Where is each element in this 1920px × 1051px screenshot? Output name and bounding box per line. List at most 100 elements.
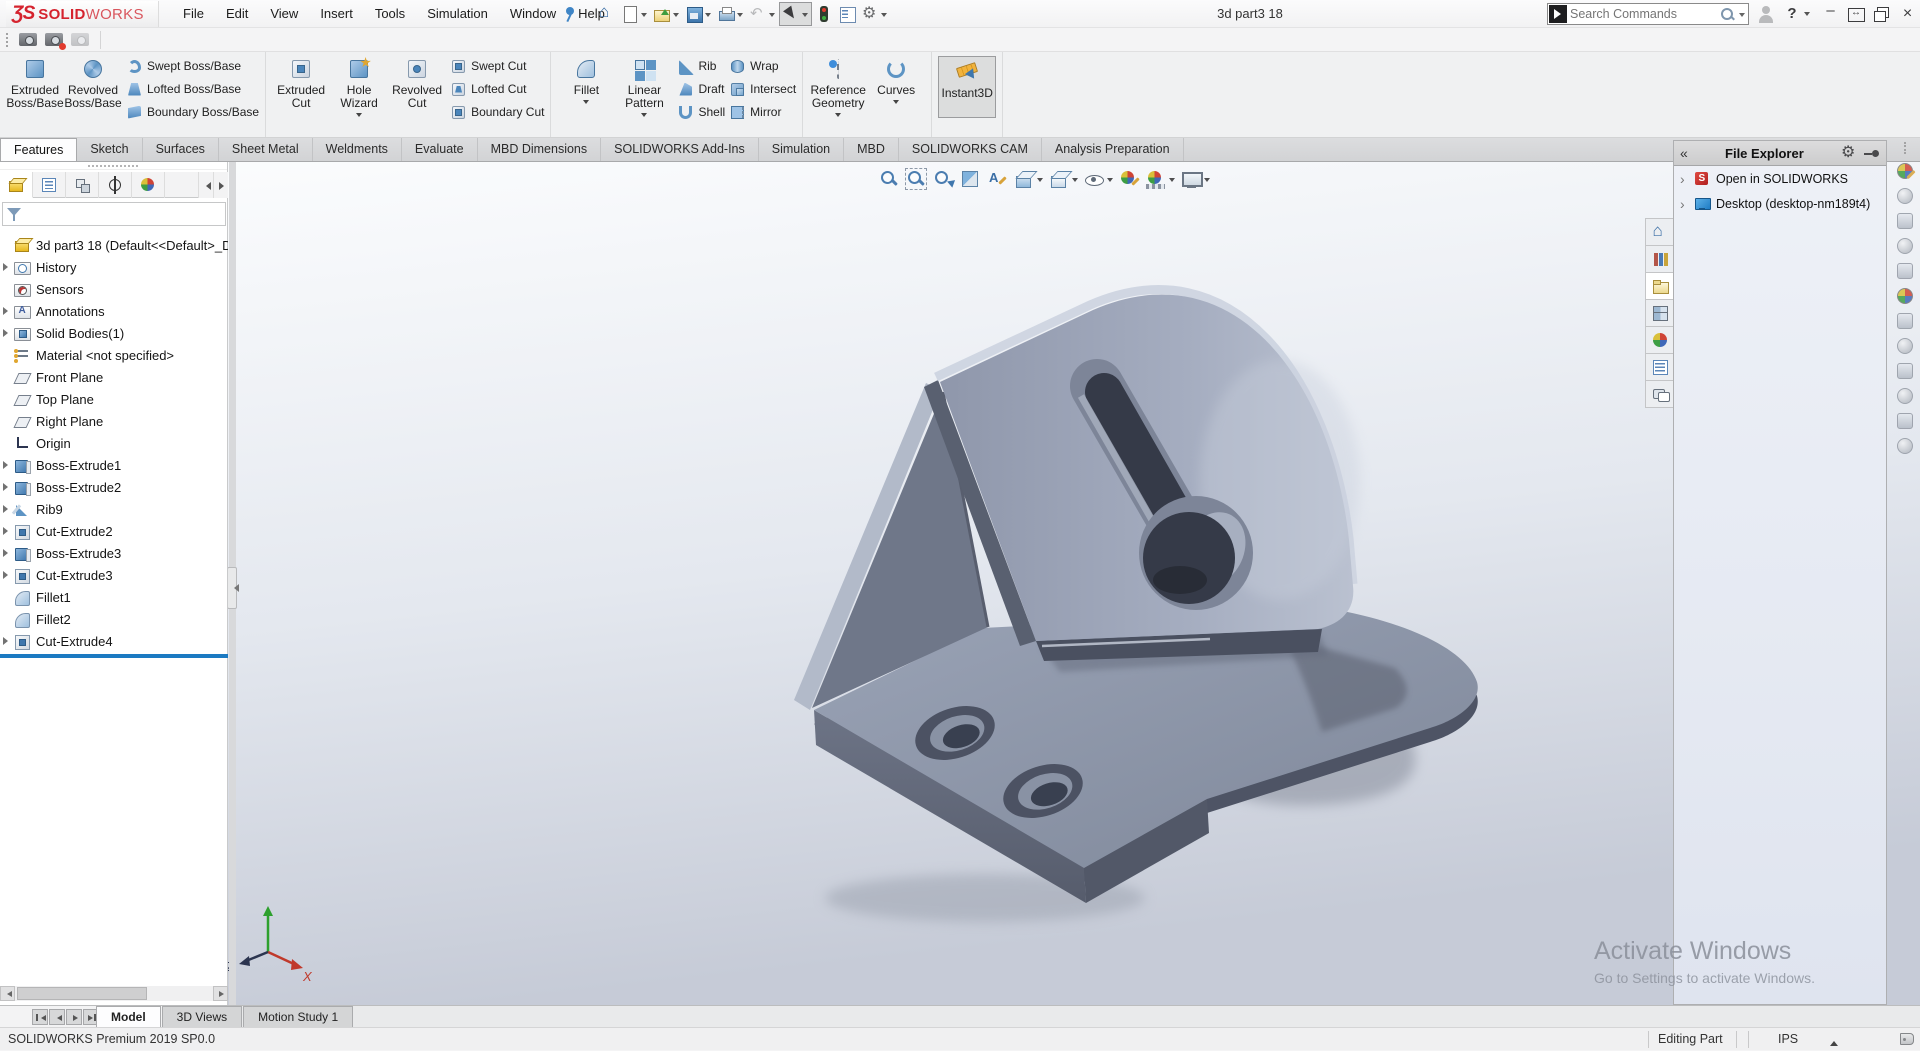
view-orientation-button[interactable]: [1013, 168, 1043, 190]
toolbar-drag-handle[interactable]: [1904, 142, 1906, 154]
tree-item-fillet2[interactable]: Fillet2: [0, 608, 228, 630]
right-tool-icon[interactable]: [1895, 186, 1915, 206]
custom-properties-tab[interactable]: [1645, 353, 1674, 381]
tree-item-rib9[interactable]: Rib9: [0, 498, 228, 520]
toolbar-drag-handle[interactable]: [6, 33, 8, 47]
forum-tab[interactable]: [1645, 380, 1674, 408]
tree-item-cut-extrude3[interactable]: Cut-Extrude3: [0, 564, 228, 586]
select-button[interactable]: [779, 2, 812, 26]
login-user-icon[interactable]: [1757, 5, 1775, 23]
help-dropdown-icon[interactable]: [1804, 12, 1810, 19]
flyout-arrow-icon[interactable]: [893, 100, 899, 107]
unit-system-selector[interactable]: IPS: [1778, 1028, 1798, 1051]
tree-item-boss-extrude2[interactable]: Boss-Extrude2: [0, 476, 228, 498]
swept-cut-button[interactable]: Swept Cut: [450, 55, 544, 77]
study-tab[interactable]: 3D Views: [162, 1006, 242, 1028]
linear-pattern-button[interactable]: LinearPattern: [615, 54, 673, 120]
menu-item[interactable]: Edit: [215, 0, 259, 28]
dropdown-arrow-icon[interactable]: [881, 13, 887, 20]
view-settings-button[interactable]: [1180, 168, 1210, 190]
tree-item-solid-bodies[interactable]: Solid Bodies(1): [0, 322, 228, 344]
reference-geometry-button[interactable]: ReferenceGeometry: [809, 54, 867, 120]
ribbon-tab[interactable]: SOLIDWORKS Add-Ins: [601, 138, 759, 161]
intersect-button[interactable]: Intersect: [729, 78, 796, 100]
hole-wizard-button[interactable]: HoleWizard: [330, 54, 388, 120]
options-button[interactable]: [859, 2, 890, 26]
new-document-button[interactable]: [619, 2, 650, 26]
expand-arrow-icon[interactable]: [3, 505, 12, 513]
tree-item-front-plane[interactable]: Front Plane: [0, 366, 228, 388]
edit-appearance-icon[interactable]: [1895, 161, 1915, 181]
dropdown-arrow-icon[interactable]: [673, 13, 679, 20]
menu-item[interactable]: File: [172, 0, 215, 28]
right-tool-icon[interactable]: [1895, 336, 1915, 356]
configurationmanager-tab[interactable]: [66, 172, 99, 198]
zoom-to-fit-button[interactable]: [878, 168, 900, 190]
dropdown-arrow-icon[interactable]: [641, 13, 647, 20]
tree-item-right-plane[interactable]: Right Plane: [0, 410, 228, 432]
ribbon-tab[interactable]: Analysis Preparation: [1042, 138, 1184, 161]
previous-view-button[interactable]: [932, 168, 954, 190]
dropdown-arrow-icon[interactable]: [1107, 178, 1113, 185]
dimxpertmanager-tab[interactable]: [99, 172, 132, 198]
ribbon-tab[interactable]: Weldments: [313, 138, 402, 161]
graphics-viewport[interactable]: X Z: [0, 162, 1920, 1005]
right-tool-icon[interactable]: [1895, 211, 1915, 231]
dropdown-arrow-icon[interactable]: [705, 13, 711, 20]
scrollbar-thumb[interactable]: [17, 987, 147, 1000]
ribbon-tab[interactable]: Sketch: [77, 138, 142, 161]
ribbon-tab[interactable]: Sheet Metal: [219, 138, 313, 161]
fe-item-desktop[interactable]: › Desktop (desktop-nm189t4): [1674, 191, 1886, 216]
scroll-left-button[interactable]: [0, 986, 15, 1001]
flyout-arrow-icon[interactable]: [641, 113, 647, 120]
fillet-button[interactable]: Fillet: [557, 54, 615, 120]
appearances-tab[interactable]: [1645, 326, 1674, 354]
search-dropdown-icon[interactable]: [1739, 13, 1745, 20]
tree-item-annotations[interactable]: Annotations: [0, 300, 228, 322]
stop-record-button[interactable]: [68, 29, 94, 51]
extruded-cut-button[interactable]: ExtrudedCut: [272, 54, 330, 120]
display-style-button[interactable]: [1048, 168, 1078, 190]
featuremanager-tab[interactable]: [0, 172, 33, 198]
search-input[interactable]: [1568, 6, 1720, 22]
shell-button[interactable]: Shell: [677, 101, 725, 123]
tabs-scroll-left-button[interactable]: [198, 172, 213, 198]
tree-item-material[interactable]: Material <not specified>: [0, 344, 228, 366]
menu-item[interactable]: View: [259, 0, 309, 28]
mirror-button[interactable]: Mirror: [729, 101, 796, 123]
zoom-to-area-button[interactable]: [905, 168, 927, 190]
tree-item-origin[interactable]: Origin: [0, 432, 228, 454]
record-video-button[interactable]: [42, 29, 68, 51]
expand-arrow-icon[interactable]: [3, 571, 12, 579]
dropdown-arrow-icon[interactable]: [1037, 178, 1043, 185]
apply-scene-button[interactable]: [1145, 168, 1175, 190]
tree-item-top-plane[interactable]: Top Plane: [0, 388, 228, 410]
help-button[interactable]: ?: [1782, 0, 1802, 28]
expand-arrow-icon[interactable]: [3, 307, 12, 315]
right-tool-icon[interactable]: [1895, 386, 1915, 406]
revolved-boss-base-button[interactable]: RevolvedBoss/Base: [64, 54, 122, 110]
screen-capture-button[interactable]: [16, 29, 42, 51]
chevron-right-icon[interactable]: ›: [1680, 196, 1692, 212]
menu-item[interactable]: Simulation: [416, 0, 499, 28]
edit-appearance-button[interactable]: [1118, 168, 1140, 190]
dropdown-arrow-icon[interactable]: [737, 13, 743, 20]
open-button[interactable]: [651, 2, 682, 26]
fe-item-open-in-solidworks[interactable]: › Open in SOLIDWORKS: [1674, 166, 1886, 191]
lofted-boss-base-button[interactable]: Lofted Boss/Base: [126, 78, 259, 100]
search-scope-icon[interactable]: [1549, 5, 1567, 23]
swept-boss-base-button[interactable]: Swept Boss/Base: [126, 55, 259, 77]
tree-item-boss-extrude3[interactable]: Boss-Extrude3: [0, 542, 228, 564]
section-view-button[interactable]: [959, 168, 981, 190]
rebuild-button[interactable]: [813, 2, 835, 26]
menu-item[interactable]: Insert: [309, 0, 364, 28]
draft-button[interactable]: Draft: [677, 78, 725, 100]
extruded-boss-base-button[interactable]: ExtrudedBoss/Base: [6, 54, 64, 110]
flyout-arrow-icon[interactable]: [583, 100, 589, 107]
curves-button[interactable]: Curves: [867, 54, 925, 120]
splitter-collapse-handle[interactable]: [227, 567, 237, 609]
tree-item-sensors[interactable]: Sensors: [0, 278, 228, 300]
pin-panel-icon[interactable]: [1864, 145, 1880, 161]
study-tab[interactable]: Motion Study 1: [243, 1006, 353, 1028]
dropdown-arrow-icon[interactable]: [769, 13, 775, 20]
